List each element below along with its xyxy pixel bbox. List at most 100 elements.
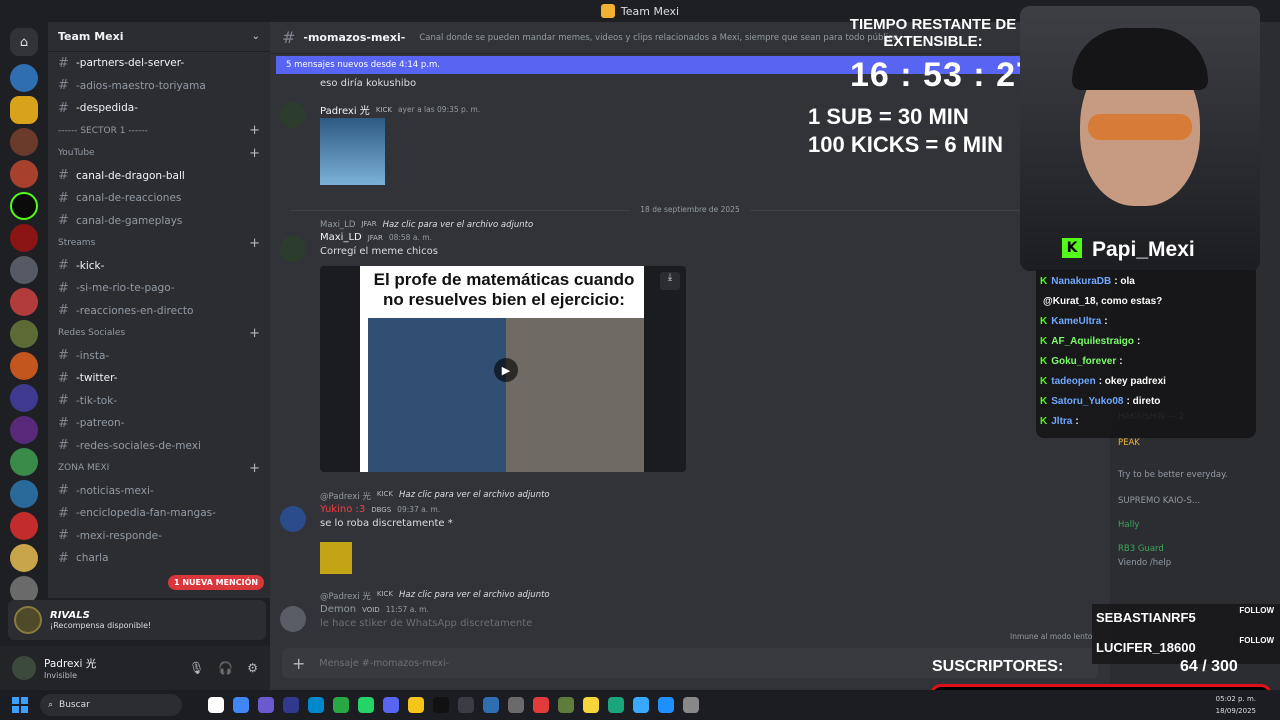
channel-item[interactable]: # -enciclopedia-fan-mangas- (48, 502, 270, 525)
channel-item[interactable]: # canal-de-reacciones (48, 187, 270, 210)
add-channel-icon[interactable]: + (249, 461, 260, 476)
avatar[interactable] (280, 236, 306, 262)
new-mention-pill[interactable]: 1 NUEVA MENCIÓN (168, 575, 265, 590)
reply-preview[interactable]: Maxi_LD JFAR Haz clic para ver el archiv… (320, 220, 1080, 230)
video-attachment[interactable]: El profe de matemáticas cuando no resuel… (320, 266, 686, 472)
taskbar-app-icon[interactable] (483, 697, 499, 713)
chevron-down-icon[interactable]: ⌄ (252, 31, 260, 42)
play-icon[interactable]: ▶ (494, 358, 518, 382)
taskbar-app-icon[interactable] (683, 697, 699, 713)
channel-item[interactable]: # charla (48, 547, 270, 570)
headphones-icon[interactable]: 🎧 (218, 661, 233, 675)
server-icon[interactable] (10, 480, 38, 508)
server-icon[interactable] (10, 288, 38, 316)
channel-item[interactable]: # -noticias-mexi- (48, 480, 270, 503)
taskbar-app-icon[interactable] (533, 697, 549, 713)
channel-item[interactable]: # -kick- (48, 255, 270, 278)
server-icon[interactable] (10, 128, 38, 156)
composer-placeholder[interactable]: Mensaje #-momazos-mexi- (319, 658, 449, 669)
windows-start-icon[interactable] (12, 697, 28, 713)
taskbar-clock[interactable]: 05:02 p. m. 18/09/2025 (1216, 693, 1256, 717)
channel-item[interactable]: # -si-me-rio-te-pago- (48, 277, 270, 300)
server-icon[interactable] (10, 224, 38, 252)
channel-item[interactable]: # -mexi-responde- (48, 525, 270, 548)
server-icon[interactable] (10, 384, 38, 412)
category-header[interactable]: Streams + (48, 232, 270, 255)
add-channel-icon[interactable]: + (249, 236, 260, 251)
server-icon[interactable] (10, 544, 38, 572)
avatar[interactable] (280, 506, 306, 532)
member-item[interactable]: Viendo /help (1118, 558, 1171, 568)
server-icon[interactable] (10, 448, 38, 476)
server-icon[interactable] (10, 160, 38, 188)
channel-item[interactable]: # -patreon- (48, 412, 270, 435)
taskbar-app-icon[interactable] (633, 697, 649, 713)
taskbar-app-icon[interactable] (508, 697, 524, 713)
member-item[interactable]: Hally (1118, 520, 1139, 530)
member-item[interactable]: RB3 Guard (1118, 544, 1164, 554)
taskbar-app-icon[interactable] (608, 697, 624, 713)
image-attachment[interactable] (320, 118, 385, 185)
taskbar-app-icon[interactable] (658, 697, 674, 713)
taskbar-app-icon[interactable] (358, 697, 374, 713)
taskbar-search[interactable]: ⌕ Buscar (40, 694, 182, 716)
reply-preview[interactable]: @Padrexi 光 KICK Haz clic para ver el arc… (320, 590, 1080, 602)
server-icon-kick[interactable] (10, 192, 38, 220)
taskbar-app-icon[interactable] (583, 697, 599, 713)
member-item[interactable]: Try to be better everyday. (1118, 470, 1228, 480)
channel-item[interactable]: # -tik-tok- (48, 390, 270, 413)
channel-item[interactable]: # -adios-maestro-toriyama (48, 75, 270, 98)
channel-item[interactable]: # -insta- (48, 345, 270, 368)
channel-item[interactable]: # -reacciones-en-directo (48, 300, 270, 323)
reward-banner[interactable]: RIVALS ¡Recompensa disponible! (8, 600, 266, 640)
channel-item[interactable]: # -redes-sociales-de-mexi (48, 435, 270, 458)
taskbar-app-icon[interactable] (408, 697, 424, 713)
taskbar-app-icon[interactable] (333, 697, 349, 713)
channel-item[interactable]: # canal-de-dragon-ball (48, 165, 270, 188)
taskbar-app-icon[interactable] (208, 697, 224, 713)
taskbar-app-icon[interactable] (433, 697, 449, 713)
add-attachment-icon[interactable]: + (292, 654, 305, 673)
avatar[interactable] (280, 102, 306, 128)
server-icon[interactable] (10, 352, 38, 380)
channel-topic[interactable]: Canal donde se pueden mandar memes, vide… (419, 33, 898, 43)
server-icon[interactable] (10, 256, 38, 284)
member-item[interactable]: PEAK (1118, 438, 1140, 448)
microphone-icon[interactable]: 🎙 (189, 661, 204, 675)
server-icon-active[interactable] (10, 96, 38, 124)
category-header[interactable]: YouTube + (48, 142, 270, 165)
taskbar-app-icon[interactable] (383, 697, 399, 713)
sticker-image[interactable] (320, 542, 352, 574)
add-channel-icon[interactable]: + (249, 123, 260, 138)
member-item[interactable]: SUPREMO KAIO-S... (1118, 496, 1200, 506)
reply-preview[interactable]: @Padrexi 光 KICK Haz clic para ver el arc… (320, 490, 1080, 502)
channel-item[interactable]: # -despedida- (48, 97, 270, 120)
taskbar-app-icon[interactable] (558, 697, 574, 713)
message-author[interactable]: Maxi_LD (320, 232, 362, 243)
server-icon[interactable] (10, 512, 38, 540)
download-icon[interactable]: ⤓ (660, 272, 680, 290)
channel-item[interactable]: # canal-de-gameplays (48, 210, 270, 233)
category-header[interactable]: ZONA MEXI + (48, 457, 270, 480)
message-author[interactable]: Padrexi 光 (320, 102, 370, 117)
taskbar-app-icon[interactable] (233, 697, 249, 713)
message-author[interactable]: Demon (320, 604, 356, 615)
avatar[interactable] (280, 606, 306, 632)
gear-icon[interactable]: ⚙ (247, 661, 258, 675)
add-channel-icon[interactable]: + (249, 326, 260, 341)
avatar[interactable] (12, 656, 36, 680)
channel-item[interactable]: # -partners-del-server- (48, 52, 270, 75)
taskbar-app-icon[interactable] (283, 697, 299, 713)
server-icon[interactable] (10, 64, 38, 92)
discord-home-icon[interactable]: ⌂ (10, 28, 38, 56)
category-header[interactable]: Redes Sociales + (48, 322, 270, 345)
message-author[interactable]: Yukino :3 (320, 504, 365, 515)
server-icon[interactable] (10, 320, 38, 348)
category-header[interactable]: ------ SECTOR 1 ------ + (48, 120, 270, 143)
taskbar-app-icon[interactable] (458, 697, 474, 713)
add-channel-icon[interactable]: + (249, 146, 260, 161)
guild-header[interactable]: Team Mexi ⌄ (48, 22, 270, 52)
taskbar-app-icon[interactable] (258, 697, 274, 713)
server-icon[interactable] (10, 416, 38, 444)
taskbar-app-icon[interactable] (308, 697, 324, 713)
